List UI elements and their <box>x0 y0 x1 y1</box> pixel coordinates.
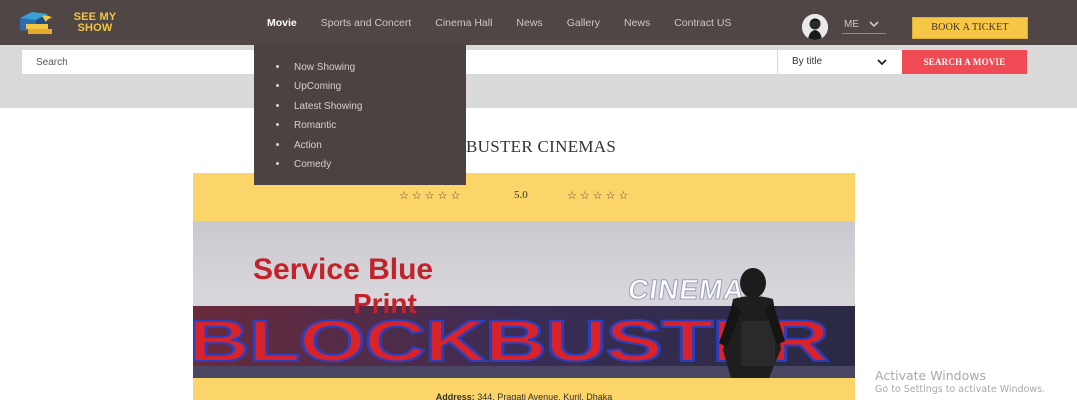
search-filter-select[interactable]: By title <box>778 50 903 74</box>
rating-row: ☆☆☆☆☆ 5.0 ☆☆☆☆☆ <box>193 189 855 209</box>
page: SEE MY SHOW Movie Sports and Concert Cin… <box>0 0 1077 400</box>
nav-news-2[interactable]: News <box>624 17 650 29</box>
dropdown-item-now-showing[interactable]: Now Showing <box>276 62 355 76</box>
dropdown-item-label: Now Showing <box>294 62 356 73</box>
dropdown-item-label: Latest Showing <box>294 101 363 112</box>
cinema-photo-image: Service Blue Print CINEMAS BLOCKBUSTER <box>193 221 855 378</box>
dropdown-item-label: UpComing <box>294 81 342 92</box>
nav-contract-us[interactable]: Contract US <box>674 17 731 29</box>
dropdown-item-comedy[interactable]: Comedy <box>276 159 331 173</box>
nav-movie[interactable]: Movie <box>267 17 297 29</box>
bullet-icon <box>276 83 279 87</box>
main-nav: Movie Sports and Concert Cinema Hall New… <box>267 0 755 45</box>
address-label: Address: <box>435 392 475 400</box>
rating-score: 5.0 <box>514 189 528 201</box>
top-navbar: SEE MY SHOW Movie Sports and Concert Cin… <box>0 0 1077 45</box>
logo-text: SEE MY SHOW <box>65 12 125 34</box>
bullet-icon <box>276 142 279 146</box>
search-movie-button[interactable]: SEARCH A MOVIE <box>902 50 1027 74</box>
avatar-image <box>802 14 828 40</box>
dropdown-item-label: Comedy <box>294 159 332 170</box>
movie-dropdown-menu: Now Showing UpComing Latest Showing Roma… <box>254 45 466 185</box>
book-ticket-button[interactable]: BOOK A TICKET <box>912 17 1028 39</box>
search-filter-value: By title <box>792 56 823 67</box>
watermark-title: Activate Windows <box>875 368 986 383</box>
address-value: 344, Pragati Avenue, Kuril, Dhaka <box>477 392 613 400</box>
nav-news[interactable]: News <box>516 17 542 29</box>
cinema-title: BUSTER CINEMAS <box>466 137 617 156</box>
dropdown-item-romantic[interactable]: Romantic <box>276 120 336 134</box>
nav-sports-and-concert[interactable]: Sports and Concert <box>321 17 411 29</box>
bullet-icon <box>276 64 279 68</box>
bullet-icon <box>276 161 279 165</box>
star-rating-right: ☆☆☆☆☆ <box>567 190 632 202</box>
cinema-photo: Service Blue Print CINEMAS BLOCKBUSTER <box>193 221 855 378</box>
watermark-subtitle: Go to Settings to activate Windows. <box>875 384 1046 395</box>
user-avatar[interactable] <box>802 14 828 40</box>
chevron-down-icon <box>877 59 887 66</box>
dropdown-item-label: Romantic <box>294 120 337 131</box>
activate-windows-watermark: Activate Windows Go to Settings to activ… <box>875 368 1045 396</box>
nav-cinema-hall[interactable]: Cinema Hall <box>435 17 492 29</box>
cinema-address: Address: 344, Pragati Avenue, Kuril, Dha… <box>193 392 855 400</box>
user-menu-label: ME <box>844 19 859 30</box>
dropdown-item-upcoming[interactable]: UpComing <box>276 81 341 95</box>
search-bar: By title SEARCH A MOVIE <box>0 45 1077 108</box>
nav-gallery[interactable]: Gallery <box>567 17 600 29</box>
chevron-down-icon <box>869 21 879 28</box>
user-menu[interactable]: ME <box>842 18 886 34</box>
bullet-icon <box>276 122 279 126</box>
bullet-icon <box>276 103 279 107</box>
star-rating-left: ☆☆☆☆☆ <box>399 190 464 202</box>
logo-icon <box>20 12 52 34</box>
logo-text-line2: SHOW <box>77 22 113 34</box>
dropdown-item-action[interactable]: Action <box>276 140 322 154</box>
dropdown-item-latest-showing[interactable]: Latest Showing <box>276 101 362 115</box>
cinema-card: ☆☆☆☆☆ 5.0 ☆☆☆☆☆ Service Blue Print CINEM… <box>193 173 855 400</box>
site-logo[interactable]: SEE MY SHOW <box>18 8 118 38</box>
photo-text-line1: Service Blue <box>253 253 433 286</box>
dropdown-item-label: Action <box>294 140 322 151</box>
